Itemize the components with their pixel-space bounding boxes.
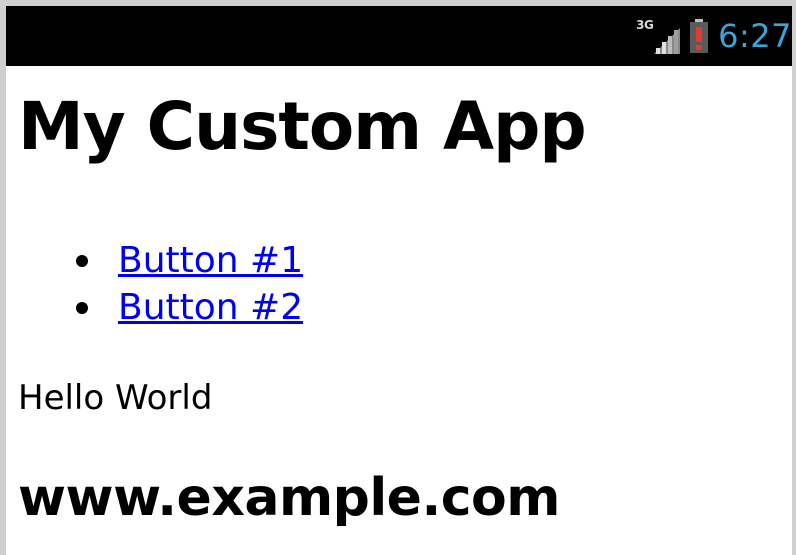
status-bar: 3G 6:27 — [6, 6, 792, 66]
page-title: My Custom App — [18, 88, 587, 165]
button-1-link[interactable]: Button #1 — [118, 240, 303, 282]
nav-list: Button #1 Button #2 — [6, 240, 406, 334]
bullet-icon — [76, 302, 88, 314]
list-item: Button #2 — [6, 287, 406, 334]
network-type-label: 3G — [636, 18, 654, 32]
status-icons: 3G 6:27 — [636, 6, 792, 66]
status-time: 6:27 — [718, 17, 792, 55]
battery-alert-icon — [690, 19, 709, 53]
button-2-link[interactable]: Button #2 — [118, 287, 303, 329]
site-url-heading: www.example.com — [18, 468, 560, 528]
bullet-icon — [76, 255, 88, 267]
list-item: Button #1 — [6, 240, 406, 287]
network-indicator: 3G — [636, 16, 681, 56]
device-screen: 3G 6:27 My Custom App Button #1 Button #… — [6, 6, 792, 555]
webview-page: My Custom App Button #1 Button #2 Hello … — [6, 66, 792, 555]
hello-text: Hello World — [18, 378, 213, 418]
signal-bars-icon — [654, 28, 681, 54]
